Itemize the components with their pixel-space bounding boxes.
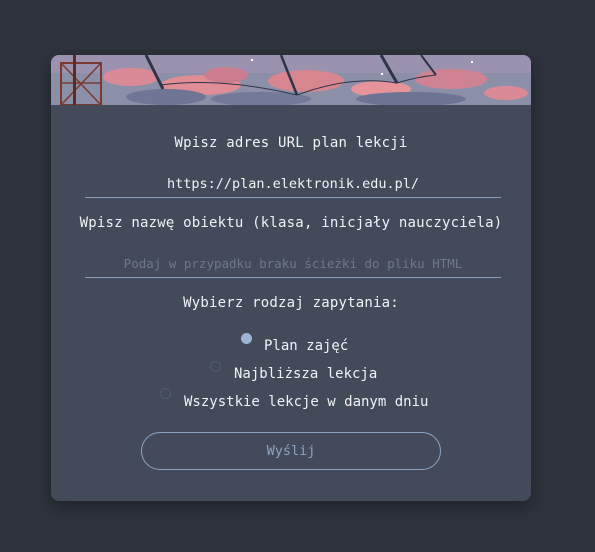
radio-option-nearest[interactable]: Najbliższa lekcja: [51, 361, 531, 382]
query-type-label: Wybierz rodzaj zapytania:: [183, 295, 399, 311]
radio-button-checked[interactable]: [241, 333, 252, 344]
submit-button[interactable]: Wyślij: [141, 432, 441, 470]
url-input[interactable]: [85, 171, 501, 198]
radio-button[interactable]: [160, 388, 171, 399]
url-label: Wpisz adres URL plan lekcji: [174, 135, 408, 151]
radio-label-nearest: Najbliższa lekcja: [234, 366, 378, 382]
object-input[interactable]: [85, 251, 501, 278]
radio-label-plan: Plan zajęć: [264, 338, 349, 354]
pixel-art-banner: [51, 55, 531, 105]
radio-button[interactable]: [210, 361, 221, 372]
object-label: Wpisz nazwę obiektu (klasa, inicjały nau…: [79, 215, 503, 231]
form-card: Wpisz adres URL plan lekcji Wpisz nazwę …: [51, 55, 531, 501]
radio-option-plan[interactable]: Plan zajęć: [51, 333, 531, 354]
radio-label-all-day: Wszystkie lekcje w danym dniu: [184, 394, 429, 410]
radio-option-all-day[interactable]: Wszystkie lekcje w danym dniu: [51, 388, 531, 410]
